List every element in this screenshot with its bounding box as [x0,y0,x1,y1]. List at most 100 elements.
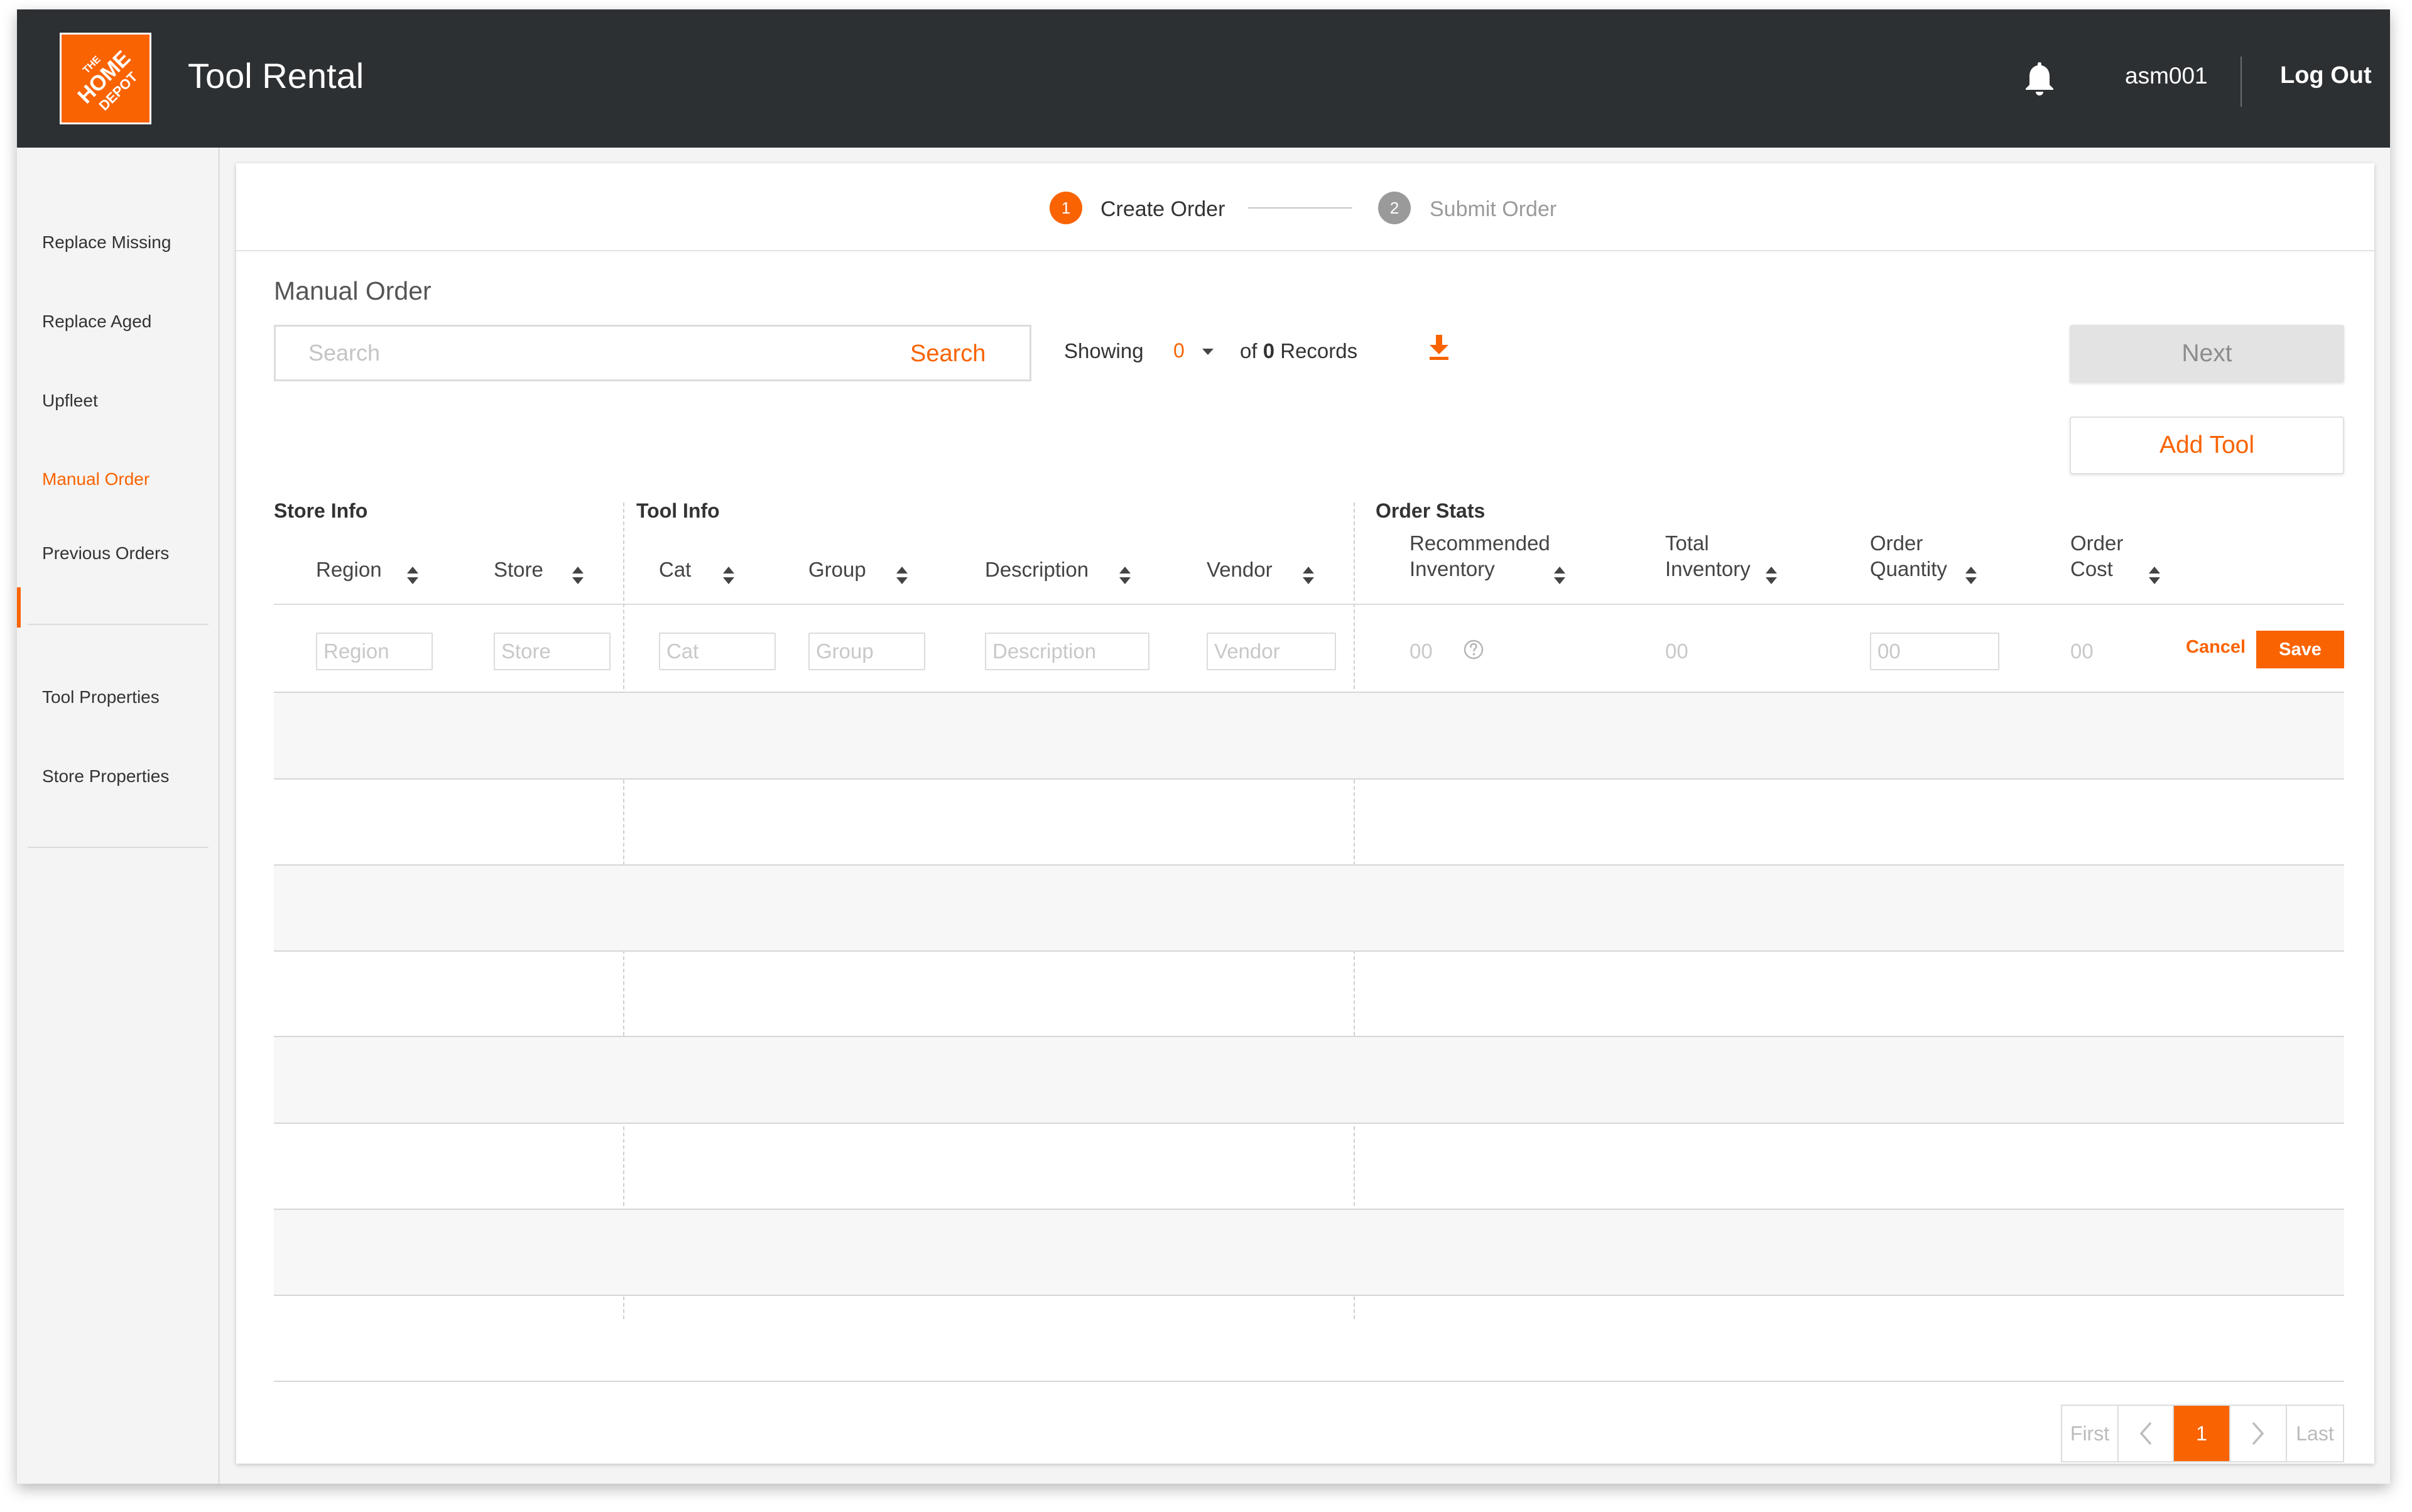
app-title: Tool Rental [188,56,364,95]
row-divider [274,1123,2344,1124]
col-header-region[interactable]: Region [316,557,382,582]
search-input[interactable] [276,327,854,379]
sidebar-item-replace-missing[interactable]: Replace Missing [42,234,171,251]
stepper-connector [1248,207,1352,209]
table-header-divider [274,604,2344,605]
col-header-recommended-inventory[interactable]: Recommended Inventory [1410,530,1550,582]
pagination-next[interactable] [2229,1406,2286,1461]
sidebar-item-tool-properties[interactable]: Tool Properties [42,688,160,706]
records-count: of 0 Records [1240,340,1357,361]
col-header-vendor[interactable]: Vendor [1207,557,1273,582]
download-icon[interactable] [1428,334,1450,361]
sort-icon[interactable] [896,565,908,585]
order-stepper: 1 Create Order 2 Submit Order [236,163,2374,251]
pagination-page-1[interactable]: 1 [2173,1406,2229,1461]
row-divider [274,950,2344,952]
page-title: Manual Order [274,276,432,305]
chevron-right-icon [2252,1422,2264,1445]
logout-button[interactable]: Log Out [2280,63,2372,87]
table-row [274,1037,2344,1123]
sort-icon[interactable] [1302,565,1315,585]
step-create-order[interactable]: Create Order [1100,199,1225,220]
sidebar-divider [28,847,209,848]
save-button[interactable]: Save [2256,631,2344,668]
col-header-line: Total [1665,531,1709,555]
sort-icon[interactable] [1765,565,1778,585]
group-order-stats: Order Stats [1376,499,1486,522]
pagination-prev[interactable] [2117,1406,2173,1461]
sort-icon[interactable] [1553,565,1566,585]
row-divider [274,1381,2344,1382]
sort-icon[interactable] [406,565,419,585]
step-submit-order[interactable]: Submit Order [1430,199,1556,220]
sidebar-item-previous-orders[interactable]: Previous Orders [42,545,169,562]
records-prefix: of [1240,339,1258,362]
col-header-cat[interactable]: Cat [659,557,691,582]
col-header-description[interactable]: Description [985,557,1089,582]
col-header-line: Cost [2070,557,2113,580]
col-header-total-inventory[interactable]: Total Inventory [1665,530,1751,582]
col-header-line: Recommended [1410,531,1550,555]
active-nav-indicator [17,587,21,628]
step-2-circle: 2 [1378,192,1411,224]
add-tool-button[interactable]: Add Tool [2070,416,2344,474]
cancel-button[interactable]: Cancel [2186,638,2246,656]
step-1-circle: 1 [1050,192,1082,224]
group-tool-info: Tool Info [636,499,720,522]
vendor-input[interactable] [1207,633,1336,670]
col-header-group[interactable]: Group [808,557,866,582]
chevron-left-icon [2139,1422,2152,1445]
sort-icon[interactable] [722,565,735,585]
sidebar: Replace Missing Replace Aged Upfleet Man… [17,148,220,1484]
sort-icon[interactable] [572,565,584,585]
caret-down-icon [1202,349,1214,355]
pagination-last[interactable]: Last [2286,1406,2343,1461]
sidebar-divider [28,624,209,625]
showing-count-select[interactable]: 0 [1172,335,1225,366]
store-input[interactable] [494,633,611,670]
row-divider [274,1295,2344,1296]
home-depot-logo: THE HOME DEPOT [60,33,151,124]
records-suffix: Records [1280,339,1358,362]
main-card: 1 Create Order 2 Submit Order Manual Ord… [236,163,2374,1464]
order-quantity-input[interactable] [1870,633,1999,670]
recommended-inventory-value: 00 [1410,639,1433,663]
search-box: Search [274,325,1031,381]
showing-count-value: 0 [1173,339,1185,362]
row-divider [274,778,2344,780]
sidebar-item-store-properties[interactable]: Store Properties [42,768,169,785]
next-button[interactable]: Next [2070,325,2344,383]
total-inventory-value: 00 [1665,639,1688,663]
table-row [274,693,2344,778]
sidebar-item-replace-aged[interactable]: Replace Aged [42,313,151,330]
sort-icon[interactable] [1965,565,1977,585]
order-cost-value: 00 [2070,639,2094,663]
col-header-line: Order [1870,531,1923,555]
bell-icon[interactable] [2023,60,2056,96]
pagination: First 1 Last [2061,1405,2344,1462]
region-input[interactable] [316,633,433,670]
cat-input[interactable] [659,633,776,670]
sidebar-item-manual-order[interactable]: Manual Order [42,470,149,488]
sort-icon[interactable] [2148,565,2161,585]
col-header-line: Inventory [1665,557,1751,580]
table-row [274,866,2344,950]
table-row [274,1210,2344,1295]
col-header-order-cost[interactable]: Order Cost [2070,530,2123,582]
help-icon[interactable] [1463,639,1484,660]
top-bar: THE HOME DEPOT Tool Rental asm001 Log Ou… [17,9,2390,148]
group-store-info: Store Info [274,499,368,522]
username[interactable]: asm001 [2125,64,2208,87]
sort-icon[interactable] [1119,565,1131,585]
pagination-first[interactable]: First [2062,1406,2117,1461]
col-header-line: Quantity [1870,557,1947,580]
group-input[interactable] [808,633,925,670]
header-divider [2241,57,2242,107]
col-header-line: Inventory [1410,557,1495,580]
col-header-order-quantity[interactable]: Order Quantity [1870,530,1947,582]
description-input[interactable] [985,633,1149,670]
app-window: THE HOME DEPOT Tool Rental asm001 Log Ou… [17,9,2390,1484]
search-button[interactable]: Search [910,342,986,366]
col-header-store[interactable]: Store [494,557,543,582]
sidebar-item-upfleet[interactable]: Upfleet [42,392,98,410]
